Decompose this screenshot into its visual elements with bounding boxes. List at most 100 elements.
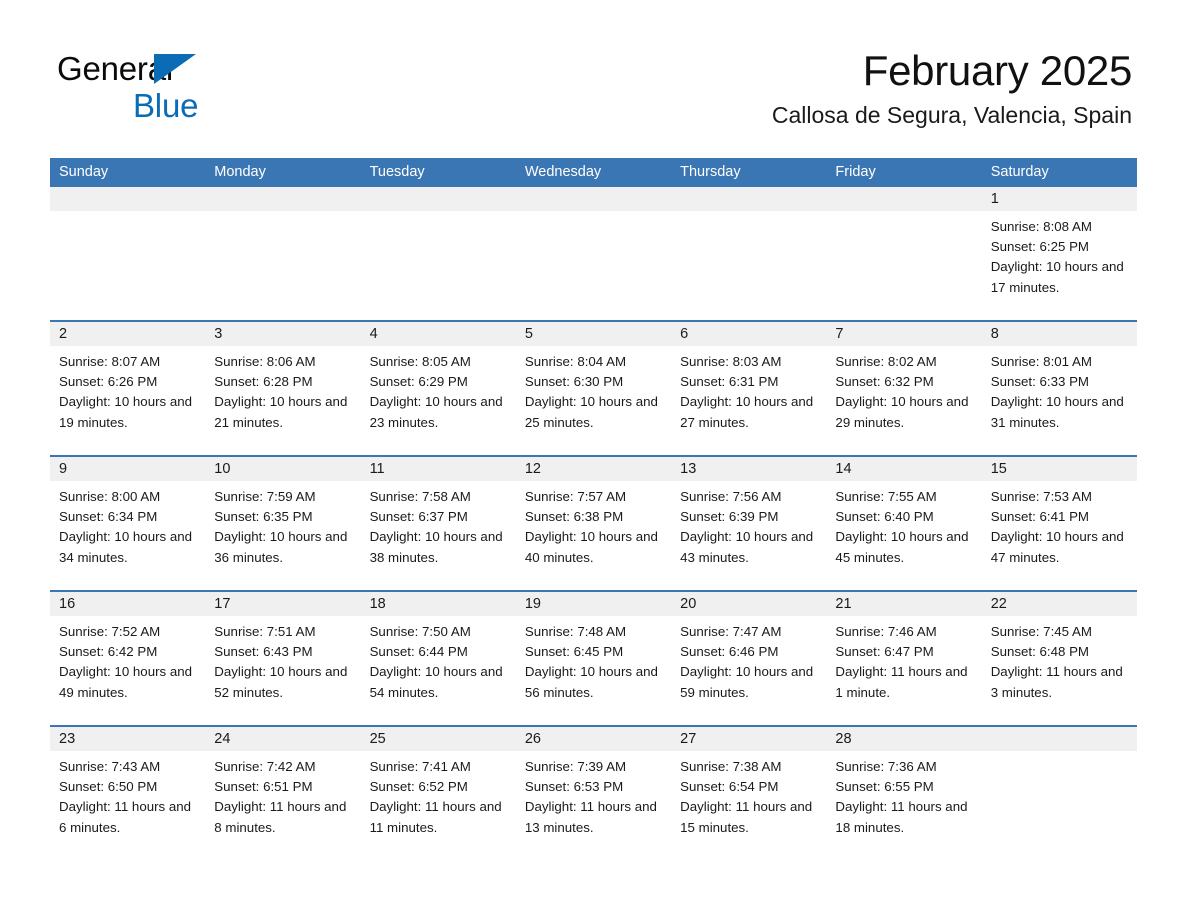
sunrise-text: Sunrise: 7:56 AM	[680, 489, 782, 504]
sunrise-text: Sunrise: 7:43 AM	[59, 759, 161, 774]
day-number-band: 5	[515, 322, 672, 346]
day-number-band: 15	[981, 457, 1137, 481]
day-cell[interactable]: 8 Sunrise: 8:01 AM Sunset: 6:33 PM Daylight…	[981, 322, 1137, 455]
day-cell[interactable]: 2 Sunrise: 8:07 AM Sunset: 6:26 PM Daylight…	[50, 322, 206, 455]
sunrise-text: Sunrise: 7:57 AM	[524, 489, 627, 504]
day-number-band: 3	[205, 322, 361, 346]
sunset-text: Sunset: 6:43 PM	[214, 644, 313, 660]
day-number: 4	[369, 326, 378, 342]
day-details: Sunrise: 7:36 AM Sunset: 6:55 PM Daylight:…	[826, 751, 981, 838]
day-cell[interactable]: 6 Sunrise: 8:03 AM Sunset: 6:31 PM Daylight…	[671, 322, 827, 455]
day-cell[interactable]: 12 Sunrise: 7:57 AM Sunset: 6:38 PM Dayligh…	[515, 457, 672, 590]
day-number-band: 1	[981, 187, 1137, 211]
day-number-band	[981, 727, 1137, 751]
day-cell[interactable]: 21 Sunrise: 7:46 AM Sunset: 6:47 PM Dayligh…	[826, 592, 982, 725]
sunrise-text: Sunrise: 8:00 AM	[59, 489, 161, 504]
sunset-text: Sunset: 6:54 PM	[680, 779, 779, 795]
day-cell-empty	[515, 187, 672, 320]
sunset-text: Sunset: 6:46 PM	[680, 644, 779, 660]
general-blue-logo[interactable]: General Blue	[57, 52, 317, 128]
day-cell[interactable]: 7 Sunrise: 8:02 AM Sunset: 6:32 PM Daylight…	[826, 322, 982, 455]
day-cell-empty	[826, 187, 982, 320]
day-details: Sunrise: 7:50 AM Sunset: 6:44 PM Daylight:…	[361, 616, 516, 703]
day-cell-empty	[671, 187, 827, 320]
day-cell[interactable]: 11 Sunrise: 7:58 AM Sunset: 6:37 PM Dayligh…	[360, 457, 516, 590]
day-cell[interactable]: 20 Sunrise: 7:47 AM Sunset: 6:46 PM Dayligh…	[671, 592, 827, 725]
day-cell-empty	[50, 187, 206, 320]
sunset-text: Sunset: 6:52 PM	[369, 779, 468, 795]
sunset-text: Sunset: 6:37 PM	[369, 509, 468, 525]
day-details: Sunrise: 7:59 AM Sunset: 6:35 PM Daylight:…	[205, 481, 360, 568]
day-details: Sunrise: 7:42 AM Sunset: 6:51 PM Daylight:…	[205, 751, 360, 838]
day-cell[interactable]: 9 Sunrise: 8:00 AM Sunset: 6:34 PM Daylight…	[50, 457, 206, 590]
day-details: Sunrise: 8:08 AM Sunset: 6:25 PM Daylight:…	[982, 211, 1137, 298]
day-cell[interactable]: 22 Sunrise: 7:45 AM Sunset: 6:48 PM Dayligh…	[981, 592, 1137, 725]
day-number-band: 13	[671, 457, 827, 481]
day-cell[interactable]: 16 Sunrise: 7:52 AM Sunset: 6:42 PM Dayligh…	[50, 592, 206, 725]
day-number-band: 10	[205, 457, 361, 481]
day-cell[interactable]: 27 Sunrise: 7:38 AM Sunset: 6:54 PM Dayligh…	[671, 727, 827, 860]
day-cell[interactable]: 24 Sunrise: 7:42 AM Sunset: 6:51 PM Dayligh…	[205, 727, 361, 860]
day-details: Sunrise: 7:51 AM Sunset: 6:43 PM Daylight:…	[205, 616, 360, 703]
day-cell[interactable]: 17 Sunrise: 7:51 AM Sunset: 6:43 PM Dayligh…	[205, 592, 361, 725]
sunrise-text: Sunrise: 7:59 AM	[214, 489, 316, 504]
sunrise-text: Sunrise: 8:01 AM	[990, 354, 1092, 369]
day-cell-empty	[205, 187, 361, 320]
day-number: 5	[524, 326, 533, 342]
day-number: 6	[680, 326, 689, 342]
sunrise-text: Sunrise: 8:08 AM	[990, 219, 1092, 234]
sunset-text: Sunset: 6:40 PM	[835, 509, 934, 525]
day-cell[interactable]: 26 Sunrise: 7:39 AM Sunset: 6:53 PM Dayligh…	[515, 727, 672, 860]
day-number: 22	[990, 596, 1007, 612]
sunset-text: Sunset: 6:35 PM	[214, 509, 313, 525]
day-cell[interactable]: 15 Sunrise: 7:53 AM Sunset: 6:41 PM Dayligh…	[981, 457, 1137, 590]
day-cell[interactable]: 23 Sunrise: 7:43 AM Sunset: 6:50 PM Dayligh…	[50, 727, 206, 860]
weekday-header-row: Sunday Monday Tuesday Wednesday Thursday…	[50, 158, 1137, 187]
day-cell[interactable]: 18 Sunrise: 7:50 AM Sunset: 6:44 PM Dayligh…	[360, 592, 516, 725]
sunrise-text: Sunrise: 7:38 AM	[680, 759, 782, 774]
day-number-band: 18	[360, 592, 516, 616]
day-number: 16	[59, 596, 76, 612]
day-number: 8	[990, 326, 999, 342]
day-cell[interactable]: 1 Sunrise: 8:08 AM Sunset: 6:25 PM Daylight…	[981, 187, 1137, 320]
day-cell[interactable]: 25 Sunrise: 7:41 AM Sunset: 6:52 PM Dayligh…	[360, 727, 516, 860]
weekday-header-friday: Friday	[835, 164, 876, 180]
calendar-weeks: 1 Sunrise: 8:08 AM Sunset: 6:25 PM Daylight…	[50, 187, 1137, 860]
daylight-text: Daylight: 10 hours and 49 minutes.	[59, 664, 193, 700]
day-cell[interactable]: 28 Sunrise: 7:36 AM Sunset: 6:55 PM Dayligh…	[826, 727, 982, 860]
sunrise-text: Sunrise: 7:51 AM	[214, 624, 316, 639]
sunset-text: Sunset: 6:45 PM	[524, 644, 624, 660]
day-number-band: 7	[826, 322, 982, 346]
sunrise-text: Sunrise: 7:55 AM	[835, 489, 937, 504]
sunrise-text: Sunrise: 7:41 AM	[369, 759, 471, 774]
sunrise-text: Sunrise: 7:45 AM	[990, 624, 1092, 639]
daylight-text: Daylight: 10 hours and 29 minutes.	[835, 394, 969, 430]
day-cell[interactable]: 4 Sunrise: 8:05 AM Sunset: 6:29 PM Daylight…	[360, 322, 516, 455]
sunrise-text: Sunrise: 7:58 AM	[369, 489, 471, 504]
day-number: 28	[835, 731, 852, 747]
daylight-text: Daylight: 10 hours and 21 minutes.	[214, 394, 348, 430]
daylight-text: Daylight: 11 hours and 8 minutes.	[214, 799, 347, 835]
sunrise-text: Sunrise: 7:42 AM	[214, 759, 316, 774]
day-details: Sunrise: 7:47 AM Sunset: 6:46 PM Daylight:…	[671, 616, 826, 703]
day-number: 19	[524, 596, 541, 612]
daylight-text: Daylight: 10 hours and 25 minutes.	[524, 394, 658, 430]
day-cell[interactable]: 13 Sunrise: 7:56 AM Sunset: 6:39 PM Dayligh…	[671, 457, 827, 590]
daylight-text: Daylight: 10 hours and 56 minutes.	[524, 664, 658, 700]
day-cell[interactable]: 5 Sunrise: 8:04 AM Sunset: 6:30 PM Daylight…	[515, 322, 672, 455]
sunrise-text: Sunrise: 7:46 AM	[835, 624, 937, 639]
sunset-text: Sunset: 6:31 PM	[680, 374, 779, 390]
day-cell[interactable]: 14 Sunrise: 7:55 AM Sunset: 6:40 PM Dayligh…	[826, 457, 982, 590]
sunset-text: Sunset: 6:29 PM	[369, 374, 468, 390]
weekday-header-thursday: Thursday	[680, 164, 741, 180]
calendar-week-row: 1 Sunrise: 8:08 AM Sunset: 6:25 PM Daylight…	[50, 187, 1137, 320]
daylight-text: Daylight: 10 hours and 17 minutes.	[990, 259, 1124, 295]
day-cell[interactable]: 3 Sunrise: 8:06 AM Sunset: 6:28 PM Daylight…	[205, 322, 361, 455]
day-number: 15	[990, 461, 1007, 477]
day-cell[interactable]: 10 Sunrise: 7:59 AM Sunset: 6:35 PM Dayligh…	[205, 457, 361, 590]
daylight-text: Daylight: 11 hours and 15 minutes.	[680, 799, 813, 835]
daylight-text: Daylight: 10 hours and 43 minutes.	[680, 529, 814, 565]
day-cell[interactable]: 19 Sunrise: 7:48 AM Sunset: 6:45 PM Dayligh…	[515, 592, 672, 725]
logo-text-blue: Blue	[133, 87, 199, 124]
day-number-band	[205, 187, 361, 211]
